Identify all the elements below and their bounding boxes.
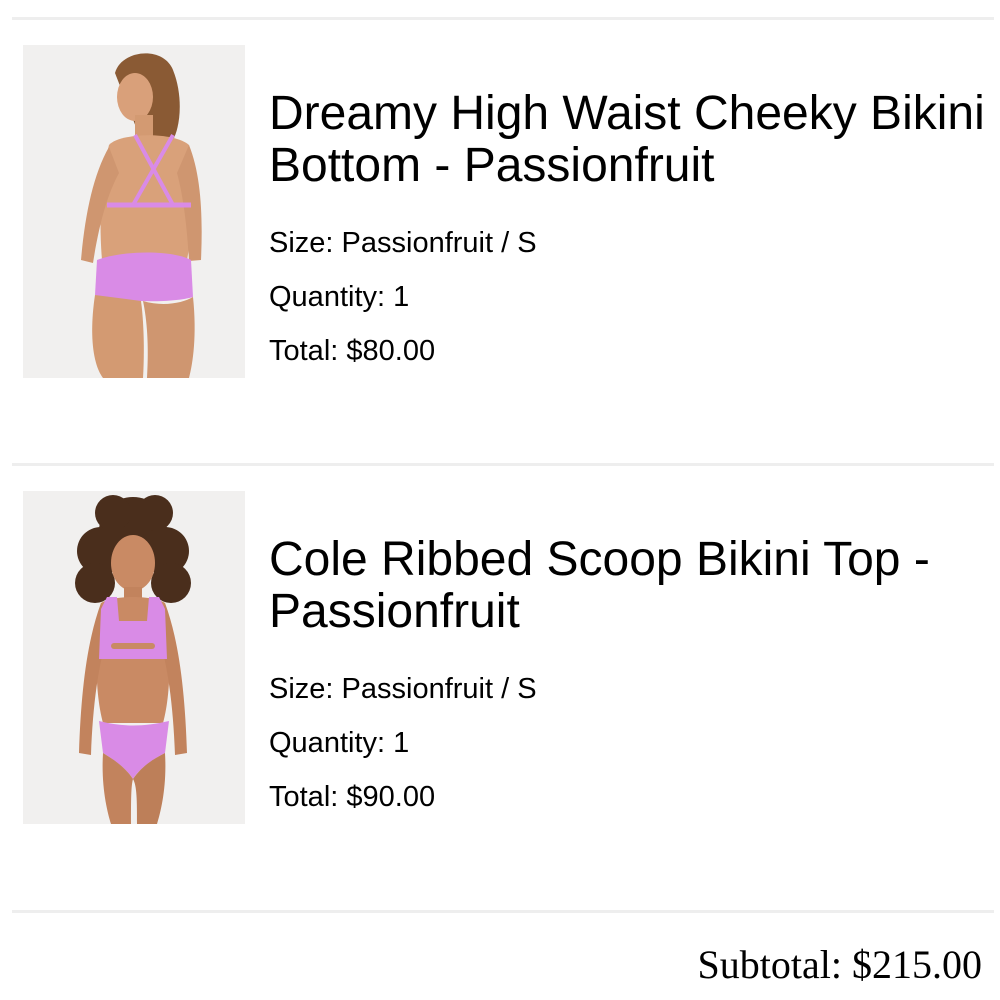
subtotal-label: Subtotal: [697,942,842,987]
size-row: Size: Passionfruit / S [269,216,989,270]
product-image[interactable] [23,45,245,378]
quantity-row: Quantity: 1 [269,270,989,324]
quantity-label: Quantity: [269,281,386,313]
product-image[interactable] [23,491,245,824]
model-front-view-image [23,491,245,824]
total-row: Total: $90.00 [269,770,989,824]
total-row: Total: $80.00 [269,324,989,378]
cart-item: Cole Ribbed Scoop Bikini Top - Passionfr… [0,491,1000,891]
top-divider [12,17,994,20]
total-value: $90.00 [346,781,436,813]
model-back-view-image [23,45,245,378]
size-label: Size: [269,227,334,259]
quantity-value: 1 [393,727,410,759]
size-row: Size: Passionfruit / S [269,662,989,716]
cart-item: Dreamy High Waist Cheeky Bikini Bottom -… [0,45,1000,445]
size-value: Passionfruit / S [341,673,537,705]
size-value: Passionfruit / S [341,227,537,259]
subtotal-value: $215.00 [852,942,982,987]
product-title[interactable]: Cole Ribbed Scoop Bikini Top - Passionfr… [269,491,989,638]
quantity-label: Quantity: [269,727,386,759]
quantity-value: 1 [393,281,410,313]
subtotal-divider [12,910,994,913]
quantity-row: Quantity: 1 [269,716,989,770]
size-label: Size: [269,673,334,705]
subtotal: Subtotal: $215.00 [698,940,982,990]
product-title[interactable]: Dreamy High Waist Cheeky Bikini Bottom -… [269,45,989,192]
total-label: Total: [269,335,339,367]
total-value: $80.00 [346,335,436,367]
total-label: Total: [269,781,339,813]
item-divider [12,463,994,466]
